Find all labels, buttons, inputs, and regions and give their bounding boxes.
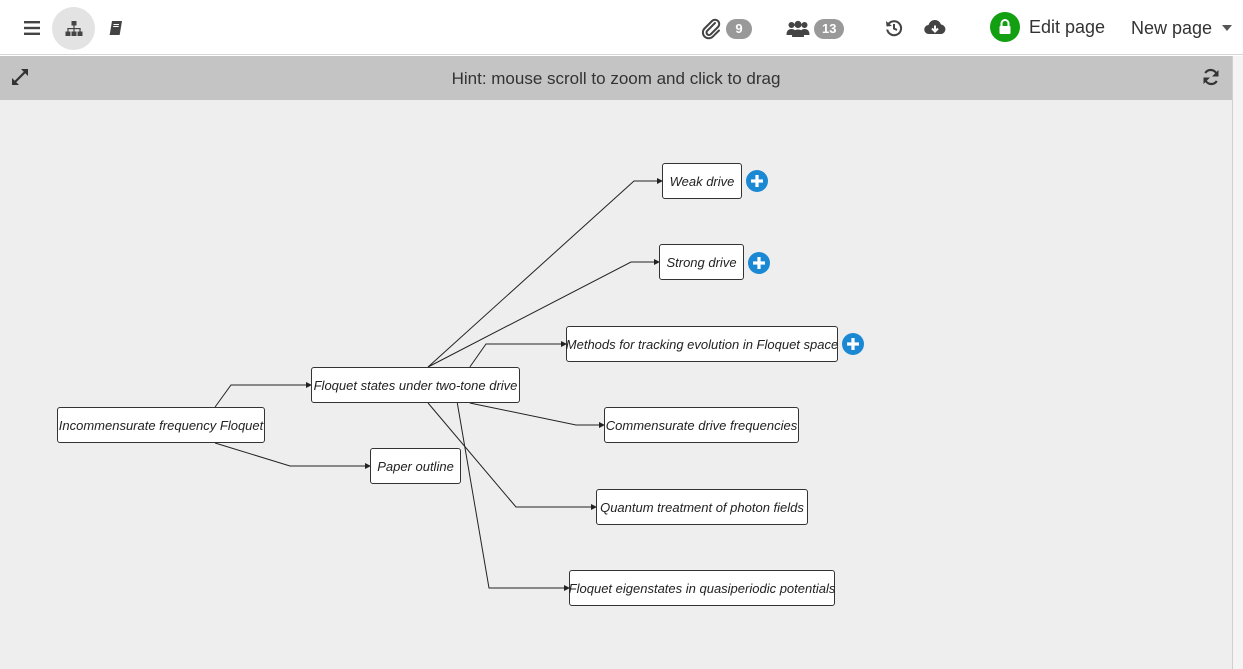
refresh-icon xyxy=(1203,68,1219,86)
mindmap-canvas[interactable]: Incommensurate frequency Floquet Floquet… xyxy=(0,100,1232,669)
cloud-download-icon xyxy=(924,20,946,35)
plus-icon xyxy=(751,175,763,187)
attachments-button[interactable]: 9 xyxy=(700,15,752,43)
users-icon xyxy=(786,20,810,37)
mindmap-edge-root-two_tone xyxy=(214,382,312,408)
sitemap-icon xyxy=(65,20,82,36)
mindmap-node-weak-drive[interactable]: Weak drive xyxy=(662,163,742,199)
edit-page-label: Edit page xyxy=(1029,16,1106,37)
history-icon xyxy=(886,20,903,37)
mindmap-edge-two_tone-eigenstates xyxy=(456,402,570,591)
chevron-down-icon xyxy=(1222,25,1233,31)
mindmap-node-methods-tracking[interactable]: Methods for tracking evolution in Floque… xyxy=(566,326,838,362)
lock-icon xyxy=(999,19,1011,34)
book-button[interactable] xyxy=(102,14,130,42)
collaborators-button[interactable]: 13 xyxy=(786,15,845,43)
tree-view-button[interactable] xyxy=(52,7,95,50)
mindmap-node-commensurate-drive[interactable]: Commensurate drive frequencies xyxy=(604,407,799,443)
mindmap-node-quantum-photon[interactable]: Quantum treatment of photon fields xyxy=(596,489,808,525)
mindmap-node-root[interactable]: Incommensurate frequency Floquet xyxy=(57,407,265,443)
book-icon xyxy=(109,21,122,35)
edit-page-button[interactable]: Edit page xyxy=(990,11,1105,43)
hint-bar: Hint: mouse scroll to zoom and click to … xyxy=(0,56,1232,100)
paperclip-icon xyxy=(701,18,721,40)
mindmap-edge-two_tone-commensurate xyxy=(469,402,605,428)
mindmap-edge-two_tone-methods xyxy=(469,341,567,368)
plus-icon xyxy=(753,257,765,269)
attachments-count-badge: 9 xyxy=(726,19,752,39)
expand-strong-drive-button[interactable] xyxy=(748,252,770,274)
download-button[interactable] xyxy=(921,14,949,42)
menu-button[interactable] xyxy=(18,14,46,42)
scrollbar-track[interactable] xyxy=(1232,56,1243,669)
top-toolbar: 9 13 Edit page New page xyxy=(0,0,1243,55)
collaborators-count-badge: 13 xyxy=(814,19,845,39)
expand-methods-button[interactable] xyxy=(842,333,864,355)
new-page-dropdown[interactable]: New page xyxy=(1131,14,1233,42)
hamburger-icon xyxy=(24,21,40,35)
mindmap-node-two-tone-drive[interactable]: Floquet states under two-tone drive xyxy=(311,367,520,403)
mindmap-node-floquet-eigenstates[interactable]: Floquet eigenstates in quasiperiodic pot… xyxy=(569,570,835,606)
history-button[interactable] xyxy=(880,14,908,42)
mindmap-node-paper-outline[interactable]: Paper outline xyxy=(370,448,461,484)
plus-icon xyxy=(847,338,859,350)
hint-text: Hint: mouse scroll to zoom and click to … xyxy=(451,69,781,88)
refresh-button[interactable] xyxy=(1201,67,1221,87)
mindmap-edge-root-paper xyxy=(214,442,371,469)
expand-weak-drive-button[interactable] xyxy=(746,170,768,192)
mindmap-node-strong-drive[interactable]: Strong drive xyxy=(659,244,744,280)
lock-badge xyxy=(990,12,1020,42)
new-page-label: New page xyxy=(1131,17,1213,38)
